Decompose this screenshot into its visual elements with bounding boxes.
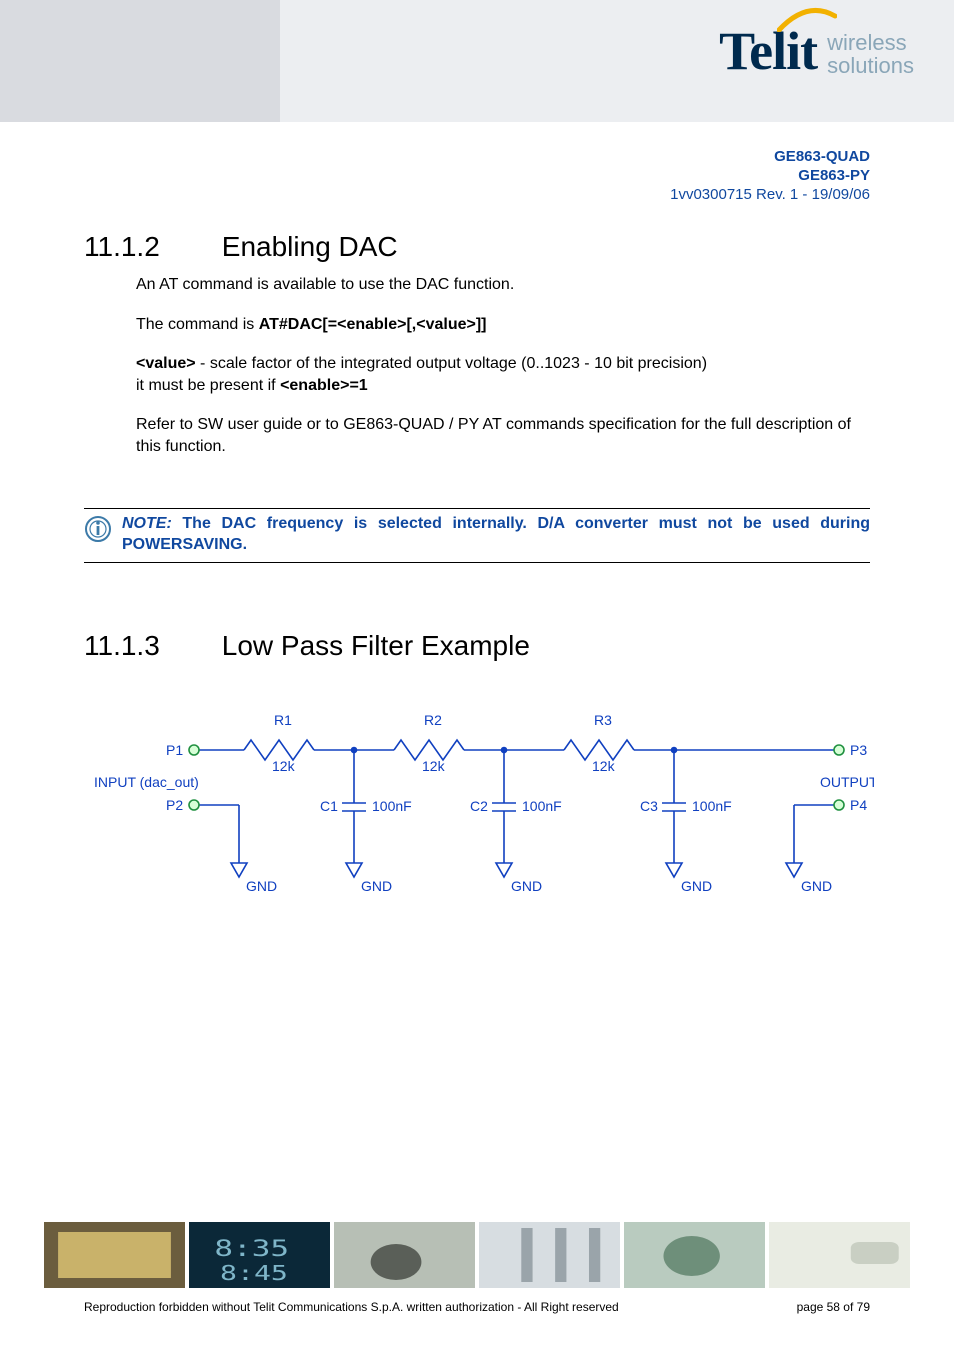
para-2a: The command is	[136, 316, 259, 333]
section-11-1-2-heading: 11.1.2 Enabling DAC	[84, 228, 870, 266]
note-body: The DAC frequency is selected internally…	[122, 515, 870, 554]
label-C2v: 100nF	[522, 798, 562, 814]
label-R3v: 12k	[592, 758, 616, 774]
footer-thumb-4	[479, 1222, 620, 1288]
footer-thumb-1	[44, 1222, 185, 1288]
svg-text:8:45: 8:45	[220, 1261, 288, 1285]
doc-header: GE863-QUAD GE863-PY 1vv0300715 Rev. 1 - …	[0, 122, 954, 204]
gnd-3: GND	[511, 878, 542, 894]
value-token: <value>	[136, 355, 196, 372]
para-2: The command is AT#DAC[=<enable>[,<value>…	[136, 314, 870, 336]
footer-page: page 58 of 79	[797, 1300, 870, 1314]
low-pass-filter-diagram: R1 R2 R3 12k 12k 12k C1 C2 C3 100nF 100n…	[94, 695, 870, 922]
page-content: 11.1.2 Enabling DAC An AT command is ava…	[0, 204, 954, 921]
para-3: <value> - scale factor of the integrated…	[136, 353, 870, 396]
footer-thumb-2: 8:358:45	[189, 1222, 330, 1288]
value-desc: - scale factor of the integrated output …	[196, 355, 707, 372]
section-number: 11.1.2	[84, 228, 214, 266]
logo-text: Telit	[719, 20, 817, 82]
label-R1: R1	[274, 712, 292, 728]
value-cond-a: it must be present if	[136, 377, 280, 394]
logo-tag-1: wireless	[827, 31, 914, 54]
footer-thumb-6	[769, 1222, 910, 1288]
banner-block-left	[0, 0, 280, 122]
product-line-2: GE863-PY	[0, 167, 870, 186]
section-number-2: 11.1.3	[84, 627, 214, 665]
section-11-1-3-heading: 11.1.3 Low Pass Filter Example	[84, 627, 870, 665]
label-R1v: 12k	[272, 758, 296, 774]
label-P2: P2	[166, 797, 183, 813]
footer-copyright: Reproduction forbidden without Telit Com…	[84, 1300, 619, 1314]
gnd-5: GND	[801, 878, 832, 894]
footer-image-strip: 8:358:45	[44, 1222, 910, 1288]
circuit-svg: R1 R2 R3 12k 12k 12k C1 C2 C3 100nF 100n…	[94, 695, 874, 915]
info-icon	[84, 515, 112, 543]
label-input: INPUT (dac_out)	[94, 774, 199, 790]
at-command: AT#DAC[=<enable>[,<value>]]	[259, 316, 487, 333]
label-C3: C3	[640, 798, 658, 814]
enable-token: <enable>=1	[280, 377, 368, 394]
label-C3v: 100nF	[692, 798, 732, 814]
footer-thumb-3	[334, 1222, 475, 1288]
note-label: NOTE:	[122, 515, 172, 532]
para-4: Refer to SW user guide or to GE863-QUAD …	[136, 414, 870, 457]
header-banner: Telit wireless solutions	[0, 0, 954, 122]
gnd-4: GND	[681, 878, 712, 894]
gnd-1: GND	[246, 878, 277, 894]
telit-logo: Telit wireless solutions	[719, 20, 914, 82]
svg-text:8:35: 8:35	[214, 1236, 289, 1261]
label-C1v: 100nF	[372, 798, 412, 814]
product-line-1: GE863-QUAD	[0, 148, 870, 167]
label-output: OUTPUT	[820, 774, 874, 790]
label-R3: R3	[594, 712, 612, 728]
label-P1: P1	[166, 742, 183, 758]
logo-swoosh-icon	[777, 6, 837, 32]
section-title-2: Low Pass Filter Example	[222, 630, 530, 661]
label-R2v: 12k	[422, 758, 446, 774]
footer-line: Reproduction forbidden without Telit Com…	[84, 1300, 870, 1314]
footer-thumb-5	[624, 1222, 765, 1288]
logo-tagline: wireless solutions	[827, 31, 914, 77]
label-P3: P3	[850, 742, 867, 758]
note-text: NOTE: The DAC frequency is selected inte…	[122, 513, 870, 556]
gnd-2: GND	[361, 878, 392, 894]
label-P4: P4	[850, 797, 867, 813]
section-title: Enabling DAC	[222, 231, 398, 262]
revision-line: 1vv0300715 Rev. 1 - 19/09/06	[0, 186, 870, 205]
label-C1: C1	[320, 798, 338, 814]
label-C2: C2	[470, 798, 488, 814]
note-box: NOTE: The DAC frequency is selected inte…	[84, 508, 870, 563]
para-1: An AT command is available to use the DA…	[136, 274, 870, 296]
logo-tag-2: solutions	[827, 54, 914, 77]
label-R2: R2	[424, 712, 442, 728]
